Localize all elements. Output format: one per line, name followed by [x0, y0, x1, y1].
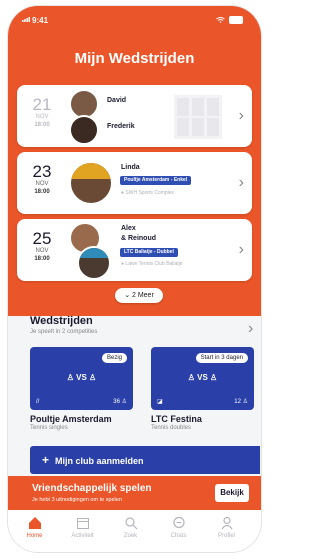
section-title: Wedstrijden — [30, 315, 93, 327]
nav-item-zoek[interactable]: Zoek — [108, 516, 153, 539]
avatar — [77, 246, 111, 280]
match-date: 23 NOV 18:00 — [27, 163, 57, 196]
nav-item-activiteit[interactable]: Activiteit — [60, 516, 105, 539]
register-club-label: Mijn club aanmelden — [55, 456, 144, 466]
match-month: NOV — [35, 181, 49, 187]
home-icon — [28, 517, 41, 529]
people-icon: ♙ — [119, 399, 127, 405]
match-time: 18:00 — [34, 189, 50, 195]
competition-type: Tennis doubles — [151, 425, 192, 431]
nav-label: Profiel — [217, 533, 235, 539]
bottom-nav: Home Activiteit Zoek Chats Profiel — [8, 510, 261, 552]
people-icon: ♙ — [207, 373, 218, 382]
nav-label: Home — [26, 533, 43, 539]
people-icon: ♙ — [240, 399, 248, 405]
match-card[interactable]: 23 NOV 18:00 Linda Poultje Amsterdam - E… — [17, 152, 252, 214]
status-badge: Start in 3 dagen — [195, 353, 248, 363]
match-card[interactable]: 25 NOV 18:00 Alex & Reinoud LTC Baliatje… — [17, 219, 252, 281]
chevron-right-icon: › — [238, 174, 244, 191]
competition-name: LTC Festina — [151, 414, 202, 424]
friendly-title: Vriendschappelijk spelen — [32, 483, 152, 494]
match-day: 25 — [32, 229, 52, 248]
person-icon: ♙ — [86, 373, 97, 382]
status-bar: 9:41 — [8, 6, 261, 30]
doubles-icon: ◪ — [157, 399, 163, 405]
player-name: Linda — [121, 164, 140, 171]
scoreboard-icon — [174, 95, 222, 139]
vs-text: VS — [76, 373, 87, 382]
signal-icon — [22, 17, 30, 22]
plus-icon: + — [42, 453, 50, 467]
avatar — [69, 115, 99, 145]
match-date: 25 NOV 18:00 — [27, 230, 57, 263]
vs-text: VS — [197, 373, 208, 382]
versus-label: ♙ VS ♙ — [30, 373, 133, 382]
versus-label: ♙ VS ♙ — [151, 373, 254, 382]
match-time: 18:00 — [34, 256, 50, 262]
location-text: SWH Sports Complex — [125, 190, 175, 196]
match-day: 23 — [32, 162, 52, 181]
match-location: ● SWH Sports Complex — [121, 190, 174, 196]
competition-type: Tennis singles — [30, 425, 68, 431]
chevron-right-icon: › — [238, 241, 244, 258]
location-text: Lawn Tennis Club Baliatje — [125, 261, 183, 267]
search-icon — [124, 517, 137, 530]
page-title: Mijn Wedstrijden — [74, 50, 195, 67]
count-value: 36 — [113, 399, 120, 405]
nav-item-chats[interactable]: Chats — [156, 516, 201, 539]
match-month: NOV — [35, 114, 49, 120]
calendar-icon — [76, 518, 89, 529]
match-location: ● Lawn Tennis Club Baliatje — [121, 261, 183, 267]
section-subtitle: Je speelt in 2 competities — [30, 329, 98, 335]
more-label: 2 Meer — [132, 292, 154, 299]
competition-card[interactable]: Start in 3 dagen ♙ VS ♙ ◪ 12 ♙ — [151, 347, 254, 410]
match-month: NOV — [35, 248, 49, 254]
avatar — [69, 161, 113, 205]
chevron-right-icon[interactable]: › — [248, 320, 253, 338]
match-day: 21 — [32, 95, 52, 114]
player-name: David — [107, 97, 127, 104]
player-count: 36 ♙ — [113, 398, 127, 405]
match-time: 18:00 — [34, 122, 50, 128]
chevron-down-icon: ⌄ — [124, 292, 132, 299]
player-name: Frederik — [107, 123, 135, 130]
person-icon: ♙ — [66, 373, 77, 382]
friendly-banner[interactable]: Vriendschappelijk spelen Je hebt 3 uitno… — [8, 476, 261, 510]
nav-item-home[interactable]: Home — [12, 516, 57, 539]
competition-name: Poultje Amsterdam — [30, 414, 112, 424]
match-card[interactable]: 21 NOV 18:00 David Frederik › — [17, 85, 252, 147]
player-name: & Reinoud — [121, 235, 156, 242]
count-value: 12 — [234, 399, 241, 405]
friendly-subtitle: Je hebt 3 uitnodigingen om te spelen — [32, 497, 122, 503]
phone-screen: 9:41 Mijn Wedstrijden 21 NOV 18:00 David… — [8, 6, 261, 552]
battery-icon — [229, 16, 243, 24]
status-time: 9:41 — [32, 16, 49, 25]
more-button[interactable]: ⌄ 2 Meer — [115, 288, 163, 303]
profile-icon — [221, 516, 232, 530]
competition-card[interactable]: Bezig ♙ VS ♙ // 36 ♙ — [30, 347, 133, 410]
competition-tag: Poultje Amsterdam - Enkel — [120, 176, 192, 185]
player-name: Alex — [121, 225, 136, 232]
nav-label: Activiteit — [71, 533, 94, 539]
status-badge: Bezig — [101, 353, 127, 363]
nav-item-profiel[interactable]: Profiel — [204, 516, 249, 539]
chat-icon — [172, 516, 185, 529]
view-invitations-button[interactable]: Bekijk — [215, 484, 249, 502]
player-count: 12 ♙ — [234, 398, 248, 405]
nav-label: Chats — [170, 533, 187, 539]
chevron-right-icon: › — [238, 107, 244, 124]
competition-icon: // — [36, 399, 40, 405]
people-icon: ♙ — [187, 373, 198, 382]
register-club-button[interactable]: + Mijn club aanmelden — [30, 446, 260, 474]
match-date: 21 NOV 18:00 — [27, 96, 57, 129]
nav-label: Zoek — [123, 533, 138, 539]
competition-tag: LTC Baliatje - Dubbel — [120, 248, 178, 257]
wifi-icon — [216, 17, 225, 23]
